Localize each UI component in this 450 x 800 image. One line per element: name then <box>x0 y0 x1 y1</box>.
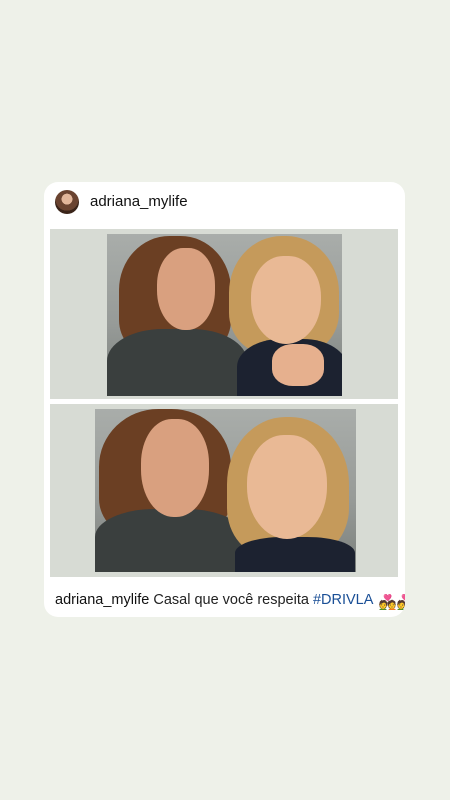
post-photo-1[interactable] <box>50 229 398 399</box>
post-caption: adriana_mylife Casal que você respeita #… <box>55 592 405 611</box>
photo-image <box>107 234 342 396</box>
post-photo-2[interactable] <box>50 404 398 577</box>
avatar[interactable] <box>55 190 79 214</box>
couple-icon: 💑💑 <box>378 595 405 611</box>
photo-image <box>95 409 356 572</box>
post-username[interactable]: adriana_mylife <box>90 193 188 210</box>
post-card: adriana_mylife adriana_mylife Casal que … <box>44 182 405 617</box>
post-header: adriana_mylife <box>44 182 405 224</box>
caption-username[interactable]: adriana_mylife <box>55 592 149 608</box>
caption-text: Casal que você respeita <box>153 592 309 608</box>
caption-hashtag[interactable]: #DRIVLA <box>313 592 373 608</box>
